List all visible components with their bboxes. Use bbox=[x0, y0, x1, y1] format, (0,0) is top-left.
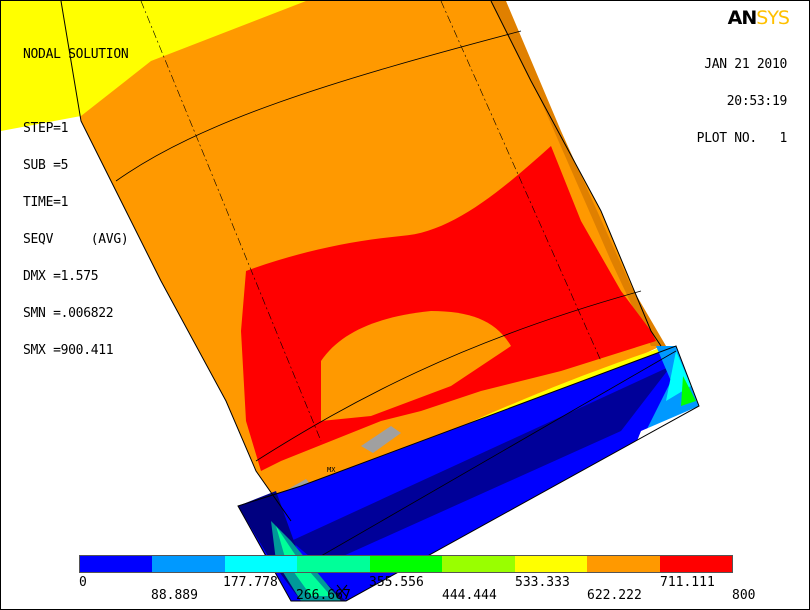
plot-time: 20:53:19 bbox=[726, 94, 788, 109]
legend-swatch bbox=[659, 556, 732, 572]
legend-label: 266.667 bbox=[296, 588, 351, 603]
legend-swatch bbox=[587, 556, 660, 572]
contour-legend-bar bbox=[79, 555, 733, 573]
legend-label: 800 bbox=[732, 588, 756, 603]
legend-swatch bbox=[442, 556, 515, 572]
max-marker: MX bbox=[327, 466, 336, 474]
legend-swatch bbox=[224, 556, 298, 572]
logo-prefix: AN bbox=[727, 7, 758, 29]
legend-label: 88.889 bbox=[151, 588, 198, 603]
info-line: SMX =900.411 bbox=[23, 343, 114, 358]
legend-label: 444.444 bbox=[442, 588, 497, 603]
legend-label: 0 bbox=[79, 575, 87, 590]
info-line: SUB =5 bbox=[23, 158, 69, 173]
info-line: TIME=1 bbox=[23, 195, 69, 210]
legend-swatch bbox=[152, 556, 225, 572]
plot-date: JAN 21 2010 bbox=[704, 57, 787, 72]
legend-swatch bbox=[80, 556, 153, 572]
ansys-graphics-window[interactable]: MX NODAL SOLUTION STEP=1 SUB =5 TIME=1 S… bbox=[0, 0, 810, 610]
legend-swatch bbox=[297, 556, 370, 572]
info-line: STEP=1 bbox=[23, 121, 69, 136]
legend-label: 355.556 bbox=[369, 575, 424, 590]
info-line: DMX =1.575 bbox=[23, 269, 99, 284]
plot-header: JAN 21 2010 20:53:19 PLOT NO. 1 bbox=[696, 37, 788, 170]
legend-label: 177.778 bbox=[223, 575, 278, 590]
legend-label: 533.333 bbox=[515, 575, 570, 590]
info-line: NODAL SOLUTION bbox=[23, 47, 129, 62]
plot-number: PLOT NO. 1 bbox=[696, 131, 788, 146]
legend-swatch bbox=[514, 556, 588, 572]
info-line: SMN =.006822 bbox=[23, 306, 114, 321]
legend-label: 622.222 bbox=[587, 588, 642, 603]
nodal-solution-info: NODAL SOLUTION STEP=1 SUB =5 TIME=1 SEQV… bbox=[23, 27, 129, 382]
info-line bbox=[23, 86, 128, 101]
logo-suffix: SYS bbox=[756, 7, 790, 29]
ansys-logo: ANSYS bbox=[727, 7, 790, 29]
legend-label: 711.111 bbox=[660, 575, 715, 590]
info-line: SEQV (AVG) bbox=[23, 232, 129, 247]
legend-swatch bbox=[369, 556, 443, 572]
